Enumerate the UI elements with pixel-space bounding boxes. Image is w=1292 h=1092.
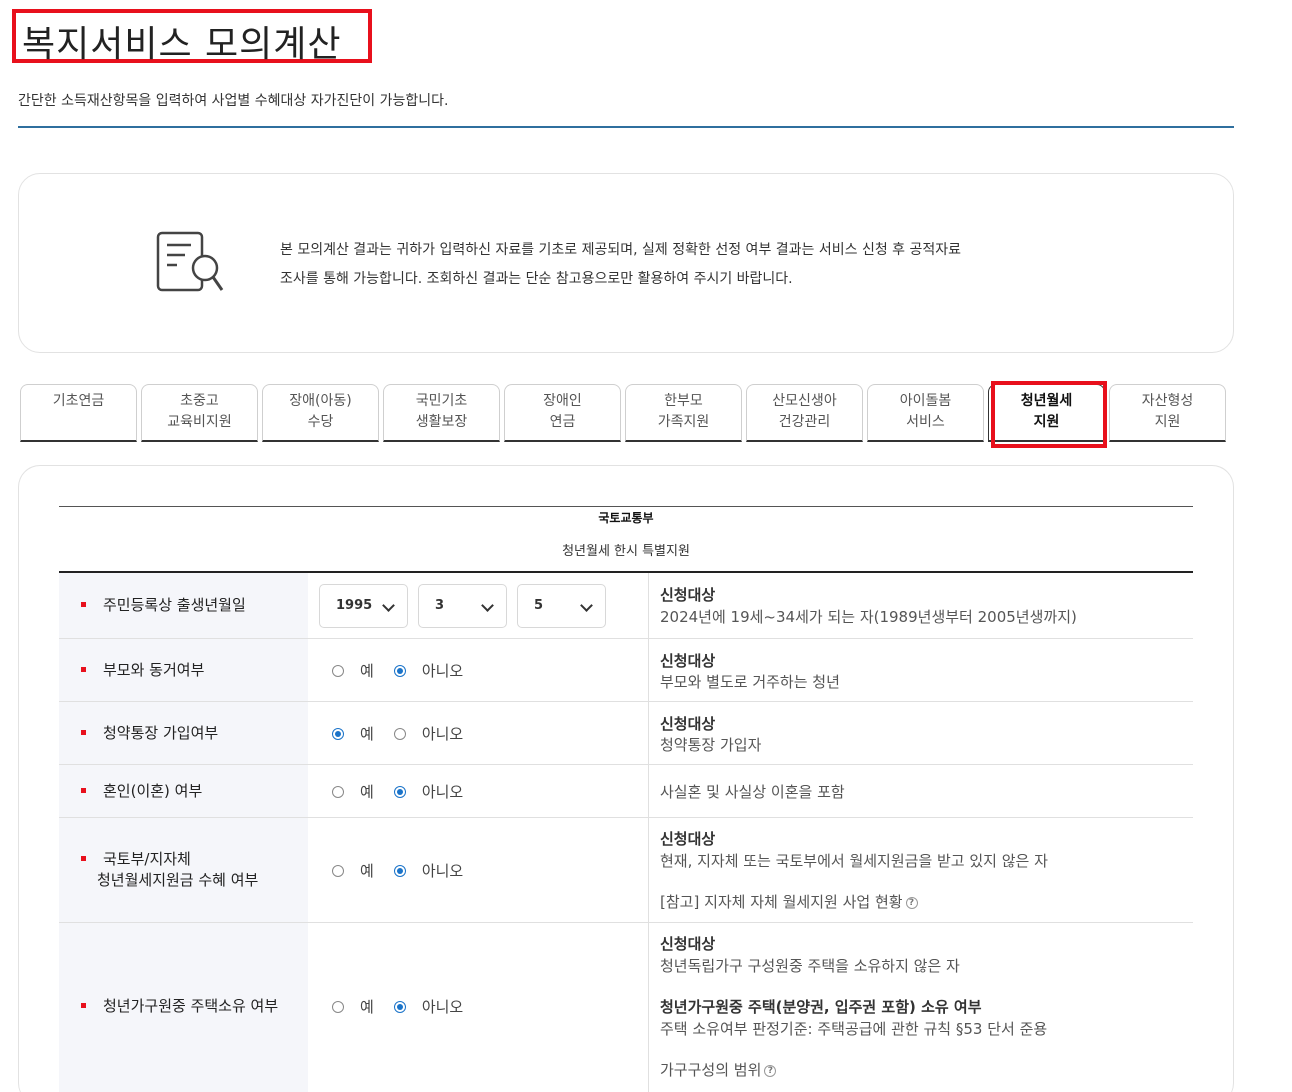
info-title: 신청대상: [660, 935, 716, 953]
bullet-icon: [81, 856, 86, 861]
notice-text: 본 모의계산 결과는 귀하가 입력하신 자료를 기초로 제공되며, 실제 정확한…: [280, 236, 1100, 294]
bullet-icon: [81, 602, 86, 607]
table-top-divider: [59, 506, 1193, 507]
info-desc-2: 주택 소유여부 판정기준: 주택공급에 관한 규칙 §53 단서 준용: [660, 1020, 1048, 1038]
table-row-live-with-parents: 부모와 동거여부 예 아니오 신청대상 부모와 별도로 거주하는 청년: [59, 639, 1193, 702]
tab-asset-building[interactable]: 자산형성 지원: [1109, 384, 1226, 442]
birth-day-select[interactable]: 5: [517, 584, 606, 628]
radio-no[interactable]: [393, 785, 406, 798]
table-row-home-ownership: 청년가구원중 주택소유 여부 예 아니오 신청대상 청년독립가구 구성원중 주택…: [59, 923, 1193, 1092]
document-search-icon: [156, 231, 224, 292]
table-row-rent-subsidy: 국토부/지자체 청년월세지원금 수혜 여부 예 아니오 신청대상 현재, 지자체…: [59, 818, 1193, 923]
tab-maternity-care[interactable]: 산모신생아 건강관리: [746, 384, 863, 442]
info-title: 신청대상: [660, 830, 716, 848]
row-label-line-2: 청년월세지원금 수혜 여부: [97, 871, 259, 889]
info-desc: 청약통장 가입자: [660, 736, 762, 754]
info-title-2: 청년가구원중 주택(분양권, 입주권 포함) 소유 여부: [660, 998, 982, 1016]
row-label-line-1: 국토부/지자체: [103, 850, 191, 868]
table-row-subscription-account: 청약통장 가입여부 예 아니오 신청대상 청약통장 가입자: [59, 702, 1193, 765]
tab-school-expense[interactable]: 초중고 교육비지원: [141, 384, 258, 442]
rent-subsidy-radio-group: 예 아니오: [332, 860, 483, 881]
bullet-icon: [81, 1003, 86, 1008]
program-name: 청년월세 한시 특별지원: [562, 544, 690, 559]
radio-no[interactable]: [393, 1000, 406, 1013]
info-title: 신청대상: [660, 586, 716, 604]
radio-no[interactable]: [393, 664, 406, 677]
table-row-marriage: 혼인(이혼) 여부 예 아니오 사실혼 및 사실상 이혼을 포함: [59, 765, 1193, 818]
tab-single-parent[interactable]: 한부모 가족지원: [625, 384, 742, 442]
info-desc: 부모와 별도로 거주하는 청년: [660, 673, 840, 691]
chevron-down-icon: [580, 599, 593, 612]
local-rent-support-link[interactable]: [참고] 지자체 자체 월세지원 사업 현황?: [660, 891, 918, 912]
bullet-icon: [81, 667, 86, 672]
tab-youth-rent-support[interactable]: 청년월세 지원: [988, 384, 1105, 442]
subscription-account-radio-group: 예 아니오: [332, 723, 483, 744]
info-desc: 청년독립가구 구성원중 주택을 소유하지 않은 자: [660, 957, 960, 975]
title-divider: [18, 126, 1234, 128]
info-title: 신청대상: [660, 715, 716, 733]
radio-no[interactable]: [393, 864, 406, 877]
chevron-down-icon: [481, 599, 494, 612]
marriage-radio-group: 예 아니오: [332, 781, 483, 802]
radio-yes[interactable]: [332, 727, 344, 740]
tab-basic-livelihood[interactable]: 국민기초 생활보장: [383, 384, 500, 442]
bullet-icon: [81, 788, 86, 793]
home-ownership-radio-group: 예 아니오: [332, 996, 483, 1017]
radio-yes[interactable]: [332, 785, 344, 798]
row-label: 혼인(이혼) 여부: [103, 782, 203, 800]
row-label: 부모와 동거여부: [103, 661, 205, 679]
help-icon[interactable]: ?: [764, 1065, 777, 1077]
notice-line-2: 조사를 통해 가능합니다. 조회하신 결과는 단순 참고용으로만 활용하여 주시…: [280, 271, 793, 287]
tab-disability-child-allowance[interactable]: 장애(아동) 수당: [262, 384, 379, 442]
info-desc: 2024년에 19세~34세가 되는 자(1989년생부터 2005년생까지): [660, 608, 1077, 626]
birth-month-select[interactable]: 3: [418, 584, 507, 628]
page-subtitle: 간단한 소득재산항목을 입력하여 사업별 수혜대상 자가진단이 가능합니다.: [18, 93, 449, 109]
notice-box: 본 모의계산 결과는 귀하가 입력하신 자료를 기초로 제공되며, 실제 정확한…: [18, 173, 1234, 353]
tab-child-care[interactable]: 아이돌봄 서비스: [867, 384, 984, 442]
notice-line-1: 본 모의계산 결과는 귀하가 입력하신 자료를 기초로 제공되며, 실제 정확한…: [280, 242, 962, 258]
table-row-birthdate: 주민등록상 출생년월일 1995 3 5 신청대상 2024년에 19세~34세…: [59, 573, 1193, 639]
info-desc: 사실혼 및 사실상 이혼을 포함: [660, 783, 845, 801]
row-label: 청년가구원중 주택소유 여부: [103, 997, 279, 1015]
household-scope-link[interactable]: 가구구성의 범위?: [660, 1059, 777, 1080]
radio-no[interactable]: [393, 727, 406, 740]
page-title: 복지서비스 모의계산: [22, 24, 342, 65]
chevron-down-icon: [382, 599, 395, 612]
info-desc: 현재, 지자체 또는 국토부에서 월세지원금을 받고 있지 않은 자: [660, 852, 1048, 870]
radio-yes[interactable]: [332, 1000, 344, 1013]
tab-disability-pension[interactable]: 장애인 연금: [504, 384, 621, 442]
row-label: 청약통장 가입여부: [103, 724, 219, 742]
info-title: 신청대상: [660, 652, 716, 670]
birth-year-select[interactable]: 1995: [319, 584, 408, 628]
ministry-name: 국토교통부: [598, 511, 654, 525]
row-label: 주민등록상 출생년월일: [103, 596, 246, 614]
page-title-highlight: 복지서비스 모의계산: [12, 9, 372, 65]
radio-yes[interactable]: [332, 864, 344, 877]
tab-basic-pension[interactable]: 기초연금: [20, 384, 137, 442]
help-icon[interactable]: ?: [905, 897, 918, 909]
live-with-parents-radio-group: 예 아니오: [332, 660, 483, 681]
bullet-icon: [81, 730, 86, 735]
radio-yes[interactable]: [332, 664, 344, 677]
